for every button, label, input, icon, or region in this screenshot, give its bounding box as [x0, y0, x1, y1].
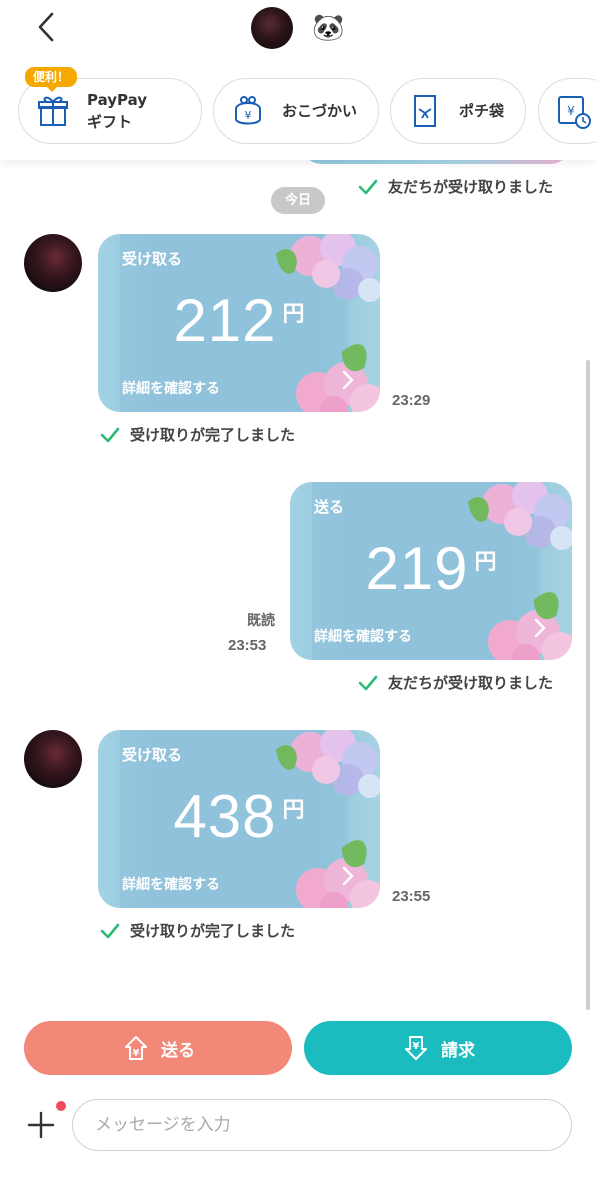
amount-value: 438 [173, 783, 277, 850]
contact-avatar[interactable] [251, 7, 293, 49]
convenient-badge: 便利！ [25, 67, 78, 92]
chip-label: ポチ袋 [459, 102, 505, 120]
amount-value: 219 [365, 535, 469, 602]
message-time: 23:55 [392, 888, 431, 905]
view-details-link[interactable]: 詳細を確認する [122, 378, 220, 398]
amount-value: 212 [173, 287, 277, 354]
send-button[interactable]: ¥ 送る [24, 1021, 292, 1075]
currency-unit: 円 [474, 550, 497, 575]
check-icon [100, 923, 120, 938]
purse-icon: ¥ [235, 96, 261, 125]
pochi-bag-button[interactable]: ポチ袋 [390, 78, 526, 144]
notification-dot [56, 1101, 66, 1111]
scheduled-payment-button[interactable]: ¥ [538, 78, 596, 144]
contact-name[interactable]: 🐼 [312, 12, 344, 44]
request-money-icon: ¥ [405, 1036, 427, 1060]
view-details-link[interactable]: 詳細を確認する [122, 874, 220, 894]
card-amount: 438 円 [98, 782, 380, 851]
sender-avatar[interactable] [24, 730, 82, 788]
svg-text:¥: ¥ [567, 104, 575, 118]
gift-icon [38, 96, 68, 126]
request-button[interactable]: ¥ 請求 [304, 1021, 572, 1075]
chat-header: 🐼 便利！ PayPay ギフト ¥ おこづかい ポチ袋 ¥ [0, 0, 596, 160]
status-text: 受け取りが完了しました [130, 922, 296, 940]
message-time: 23:29 [392, 392, 431, 409]
currency-unit: 円 [282, 798, 305, 823]
receipt-status: 友だちが受け取りました [358, 672, 553, 693]
card-amount: 219 円 [290, 534, 572, 603]
date-separator: 今日 [271, 187, 325, 214]
shortcut-bar: 便利！ PayPay ギフト ¥ おこづかい ポチ袋 ¥ [18, 67, 596, 144]
request-label: 請求 [441, 1040, 475, 1061]
message-time: 23:53 [228, 637, 267, 654]
check-icon [358, 179, 378, 194]
card-amount: 212 円 [98, 286, 380, 355]
receipt-status: 受け取りが完了しました [100, 920, 295, 941]
card-title: 受け取る [122, 250, 183, 268]
send-label: 送る [161, 1040, 195, 1061]
paypay-gift-button[interactable]: 便利！ PayPay ギフト [18, 67, 202, 144]
status-text: 友だちが受け取りました [388, 674, 554, 692]
message-input[interactable] [72, 1099, 572, 1151]
svg-text:¥: ¥ [245, 109, 252, 122]
payment-card-received[interactable]: 受け取る 438 円 詳細を確認する [98, 730, 380, 908]
chip-label: PayPay ギフト [87, 91, 148, 131]
card-title: 受け取る [122, 746, 183, 764]
send-money-icon: ¥ [125, 1036, 147, 1060]
envelope-icon [414, 95, 436, 127]
payment-card-received[interactable]: 受け取る 212 円 詳細を確認する [98, 234, 380, 412]
read-receipt: 既読 [247, 613, 275, 629]
scheduled-payment-icon: ¥ [558, 96, 591, 129]
back-button[interactable] [30, 10, 64, 44]
check-icon [358, 675, 378, 690]
status-text: 受け取りが完了しました [130, 426, 296, 444]
sender-avatar[interactable] [24, 234, 82, 292]
status-text: 友だちが受け取りました [388, 178, 554, 196]
receipt-status: 友だちが受け取りました [358, 176, 553, 197]
allowance-button[interactable]: ¥ おこづかい [213, 78, 379, 144]
view-details-link[interactable]: 詳細を確認する [314, 626, 412, 646]
chip-label: おこづかい [282, 102, 358, 120]
svg-text:¥: ¥ [133, 1048, 140, 1059]
card-title: 送る [314, 498, 345, 516]
receipt-status: 受け取りが完了しました [100, 424, 295, 445]
plus-icon[interactable] [26, 1110, 56, 1140]
currency-unit: 円 [282, 302, 305, 327]
payment-card-sent[interactable]: 送る 219 円 詳細を確認する [290, 482, 572, 660]
check-icon [100, 427, 120, 442]
svg-text:¥: ¥ [413, 1041, 420, 1052]
scrollbar[interactable] [586, 360, 590, 1010]
